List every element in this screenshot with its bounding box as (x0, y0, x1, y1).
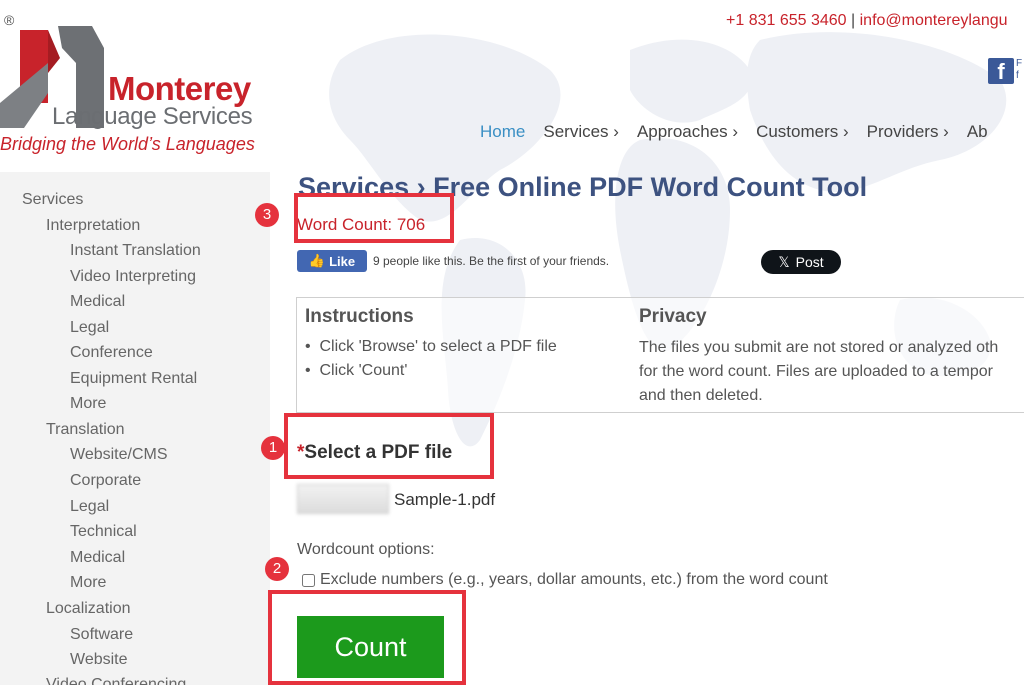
sidebar-item-legal[interactable]: Legal (70, 498, 109, 516)
privacy-heading: Privacy (639, 306, 707, 327)
wordcount-options-label: Wordcount options: (297, 541, 435, 558)
logo-tagline: Bridging the World’s Languages (0, 134, 255, 154)
sidebar-item-more[interactable]: More (70, 395, 106, 413)
instructions-panel: Instructions • Click 'Browse' to select … (296, 297, 1024, 413)
nav-services[interactable]: Services › (543, 122, 619, 142)
instructions-heading: Instructions (305, 306, 414, 327)
contact-info: +1 831 655 3460 | info@montereylangu (726, 12, 1024, 30)
sidebar-item-localization[interactable]: Localization (46, 600, 131, 618)
sidebar-item-instant-translation[interactable]: Instant Translation (70, 242, 201, 260)
sidebar-item-medical[interactable]: Medical (70, 293, 125, 311)
logo-brand-subtitle: Language Services (52, 103, 253, 130)
nav-home[interactable]: Home (480, 122, 525, 142)
sidebar-item-technical[interactable]: Technical (70, 523, 137, 541)
like-label: Like (329, 253, 356, 269)
annotation-badge-1: 1 (261, 436, 285, 460)
sidebar-item-corporate[interactable]: Corporate (70, 472, 141, 490)
facebook-like-button[interactable]: 👍 Like (297, 250, 367, 272)
sidebar-item-legal[interactable]: Legal (70, 319, 109, 337)
company-logo[interactable]: ® Monterey Language Services Bridging th… (0, 8, 280, 158)
facebook-icon[interactable]: f (988, 58, 1014, 84)
annotation-box-1 (284, 413, 494, 479)
annotation-badge-2: 2 (265, 557, 289, 581)
facebook-text: F f (1016, 58, 1022, 82)
nav-about[interactable]: Ab (967, 122, 988, 142)
contact-separator: | (851, 12, 856, 29)
sidebar-item-conference[interactable]: Conference (70, 344, 153, 362)
sidebar-item-more[interactable]: More (70, 574, 106, 592)
phone-link[interactable]: +1 831 655 3460 (726, 12, 847, 29)
like-count-text: 9 people like this. Be the first of your… (373, 254, 610, 268)
instruction-item: • Click 'Count' (305, 362, 408, 379)
sidebar-item-software[interactable]: Software (70, 626, 133, 644)
privacy-line: and then deleted. (639, 387, 763, 404)
exclude-numbers-option[interactable]: Exclude numbers (e.g., years, dollar amo… (302, 571, 828, 589)
sidebar-item-video-interpreting[interactable]: Video Interpreting (70, 268, 196, 286)
x-logo-icon: 𝕏 (778, 253, 790, 270)
instruction-text: Click 'Browse' to select a PDF file (319, 338, 557, 355)
annotation-badge-3: 3 (255, 203, 279, 227)
sidebar-item-interpretation[interactable]: Interpretation (46, 217, 140, 235)
sidebar-item-equipment-rental[interactable]: Equipment Rental (70, 370, 197, 388)
nav-approaches[interactable]: Approaches › (637, 122, 738, 142)
sidebar-item-medical[interactable]: Medical (70, 549, 125, 567)
nav-customers[interactable]: Customers › (756, 122, 849, 142)
annotation-box-3 (294, 193, 454, 243)
facebook-text-line2: f (1016, 70, 1019, 81)
annotation-box-2 (268, 590, 466, 685)
privacy-line: for the word count. Files are uploaded t… (639, 363, 993, 380)
post-label: Post (795, 254, 824, 270)
privacy-text: The files you submit are not stored or a… (639, 336, 1024, 408)
thumbs-up-icon: 👍 (308, 253, 326, 268)
exclude-numbers-checkbox[interactable] (302, 573, 315, 587)
facebook-text-line1: F (1016, 58, 1023, 69)
sidebar-item-translation[interactable]: Translation (46, 421, 125, 439)
privacy-line: The files you submit are not stored or a… (639, 339, 999, 356)
sidebar-item-services[interactable]: Services (22, 191, 83, 209)
sidebar-item-website-cms[interactable]: Website/CMS (70, 446, 168, 464)
sidebar-item-video-conferencing[interactable]: Video Conferencing (46, 676, 186, 685)
browse-file-button[interactable] (297, 484, 389, 514)
nav-providers[interactable]: Providers › (867, 122, 949, 142)
email-link[interactable]: info@montereylangu (860, 12, 1008, 29)
instruction-text: Click 'Count' (319, 362, 408, 379)
main-nav: Home Services › Approaches › Customers ›… (480, 122, 988, 142)
selected-file-name: Sample-1.pdf (394, 490, 496, 509)
sidebar-item-website[interactable]: Website (70, 651, 128, 669)
sidebar: Services Interpretation Instant Translat… (0, 172, 270, 685)
x-post-button[interactable]: 𝕏 Post (761, 250, 841, 274)
exclude-numbers-label: Exclude numbers (e.g., years, dollar amo… (320, 571, 828, 588)
instruction-item: • Click 'Browse' to select a PDF file (305, 338, 557, 355)
